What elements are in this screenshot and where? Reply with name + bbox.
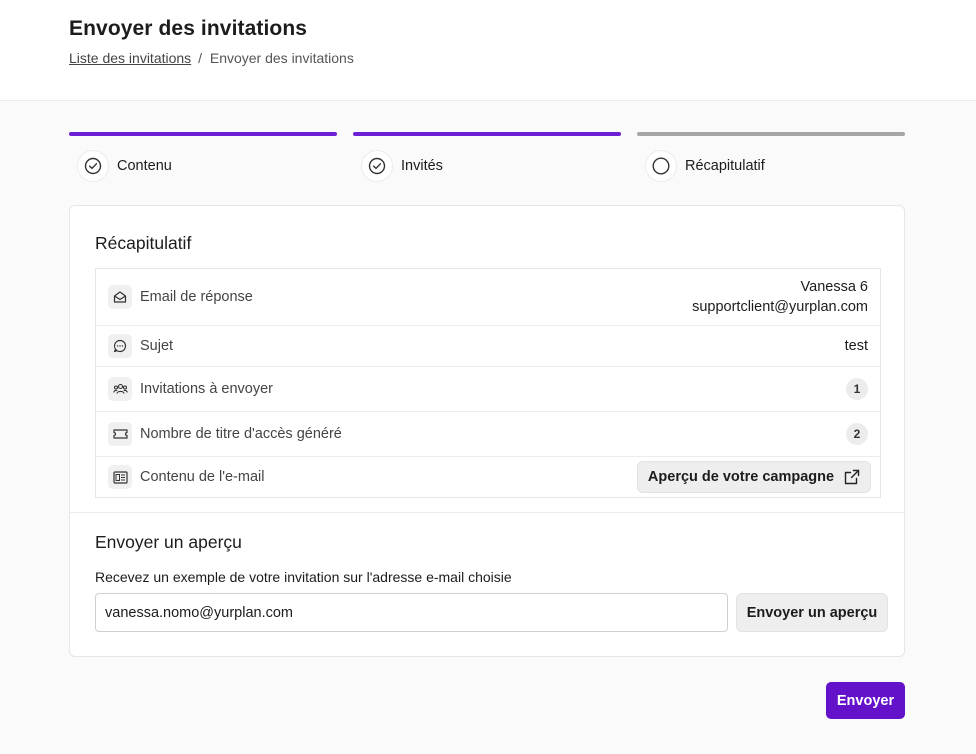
- envelope-open-icon: [108, 285, 132, 309]
- step-contenu[interactable]: Contenu: [69, 132, 337, 182]
- reply-email-address: supportclient@yurplan.com: [692, 299, 868, 315]
- step-progress-bar: [637, 132, 905, 136]
- preview-campaign-button[interactable]: Aperçu de votre campagne: [637, 461, 871, 493]
- step-label: Invités: [401, 158, 443, 174]
- summary-row-invitations: Invitations à envoyer 1: [96, 367, 880, 412]
- row-label: Nombre de titre d'accès généré: [140, 426, 342, 442]
- step-label: Récapitulatif: [685, 158, 765, 174]
- breadcrumb-link-invitations-list[interactable]: Liste des invitations: [69, 50, 191, 66]
- step-progress-bar: [69, 132, 337, 136]
- breadcrumb-current: Envoyer des invitations: [209, 50, 354, 66]
- summary-row-email-content: Contenu de l'e-mail Aperçu de votre camp…: [96, 457, 880, 497]
- invitations-count-badge: 1: [846, 378, 868, 400]
- reply-sender-name: Vanessa 6: [800, 279, 868, 295]
- step-label: Contenu: [117, 158, 172, 174]
- row-label: Sujet: [140, 338, 174, 354]
- chat-bubble-icon: [108, 334, 132, 358]
- breadcrumb-separator: /: [198, 50, 202, 66]
- summary-card: Récapitulatif Email de réponse Vanessa 6…: [69, 205, 905, 657]
- summary-title: Récapitulatif: [95, 233, 192, 253]
- send-button[interactable]: Envoyer: [826, 682, 905, 719]
- check-circle-icon: [361, 150, 393, 182]
- step-invites[interactable]: Invités: [353, 132, 621, 182]
- row-label: Invitations à envoyer: [140, 381, 273, 397]
- email-template-icon: [108, 465, 132, 489]
- users-icon: [108, 377, 132, 401]
- tickets-count-badge: 2: [846, 423, 868, 445]
- summary-table: Email de réponse Vanessa 6 supportclient…: [95, 268, 881, 498]
- summary-row-subject: Sujet test: [96, 326, 880, 367]
- preview-campaign-button-label: Aperçu de votre campagne: [647, 469, 835, 485]
- preview-email-input[interactable]: [95, 593, 728, 632]
- page-header: Envoyer des invitations Liste des invita…: [0, 0, 976, 101]
- stepper: Contenu Invités Récapitulatif: [69, 132, 905, 184]
- subject-value: test: [844, 338, 868, 354]
- page-title: Envoyer des invitations: [69, 17, 308, 40]
- check-circle-icon: [77, 150, 109, 182]
- step-progress-bar: [353, 132, 621, 136]
- preview-section-title: Envoyer un aperçu: [95, 532, 242, 552]
- row-label: Contenu de l'e-mail: [140, 469, 265, 485]
- summary-row-reply-email: Email de réponse Vanessa 6 supportclient…: [96, 269, 880, 326]
- summary-row-tickets: Nombre de titre d'accès généré 2: [96, 412, 880, 457]
- step-recapitulatif[interactable]: Récapitulatif: [637, 132, 905, 182]
- empty-circle-icon: [645, 150, 677, 182]
- preview-hint: Recevez un exemple de votre invitation s…: [95, 569, 512, 585]
- section-divider: [70, 512, 904, 513]
- send-preview-button[interactable]: Envoyer un aperçu: [736, 593, 888, 632]
- breadcrumb: Liste des invitations / Envoyer des invi…: [69, 50, 354, 66]
- external-link-icon: [844, 469, 860, 485]
- row-label: Email de réponse: [140, 289, 253, 305]
- ticket-icon: [108, 422, 132, 446]
